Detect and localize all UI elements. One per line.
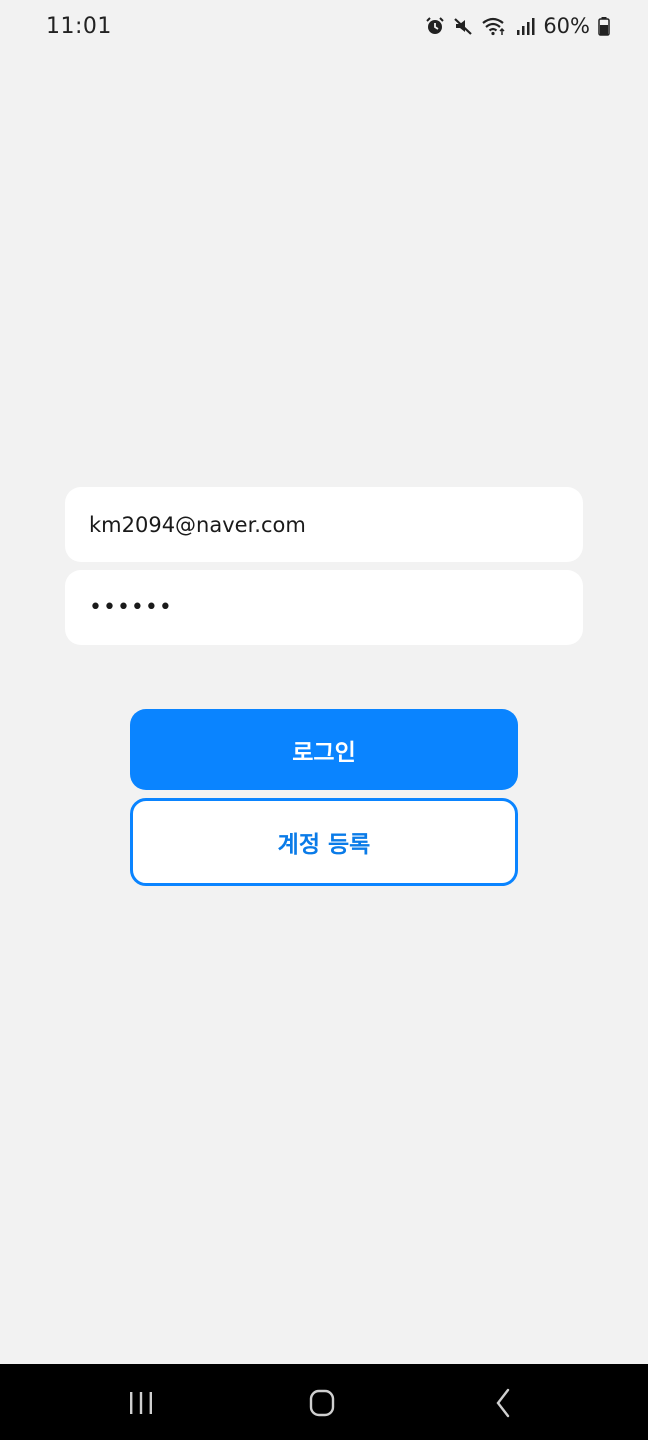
recents-icon — [130, 1392, 152, 1414]
battery-percent: 60% — [543, 14, 590, 38]
back-icon — [496, 1388, 510, 1418]
status-time: 11:01 — [46, 14, 112, 39]
wifi-icon — [481, 16, 507, 36]
email-field[interactable]: km2094@naver.com — [65, 487, 583, 562]
password-value: •••••• — [89, 595, 173, 620]
recents-button[interactable] — [121, 1386, 161, 1420]
email-value: km2094@naver.com — [89, 512, 306, 537]
status-icons: 60% — [425, 14, 610, 38]
mute-icon — [453, 16, 473, 36]
navigation-bar — [0, 1364, 648, 1440]
status-bar: 11:01 60% — [0, 0, 648, 56]
back-button[interactable] — [484, 1386, 524, 1420]
home-icon — [309, 1389, 335, 1417]
register-button[interactable]: 계정 등록 — [130, 798, 518, 886]
home-button[interactable] — [302, 1386, 342, 1420]
signal-icon — [515, 16, 535, 36]
alarm-icon — [425, 16, 445, 36]
register-button-label: 계정 등록 — [277, 832, 371, 858]
password-field[interactable]: •••••• — [65, 570, 583, 645]
login-button-label: 로그인 — [292, 739, 356, 766]
battery-icon — [598, 16, 610, 36]
login-button[interactable]: 로그인 — [130, 709, 518, 790]
